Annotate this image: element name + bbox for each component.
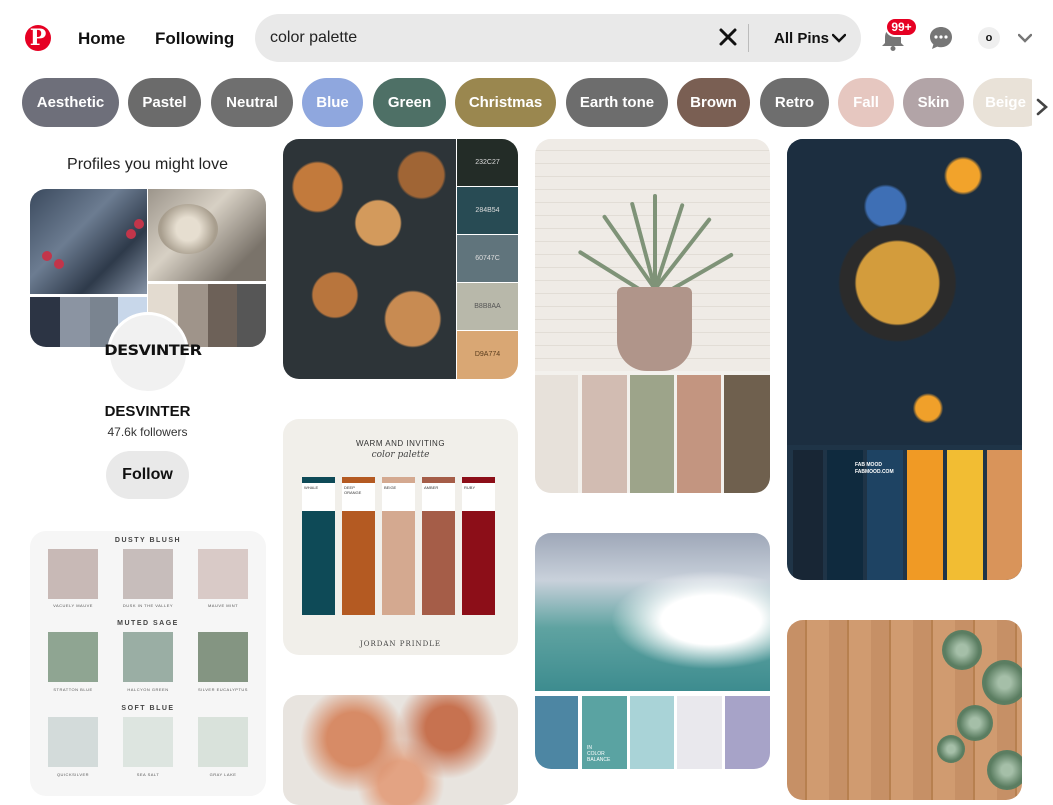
color-swatch xyxy=(793,450,823,580)
chip-aesthetic[interactable]: Aesthetic xyxy=(22,78,119,127)
chip-brown[interactable]: Brown xyxy=(677,78,750,127)
palette-subtitle: color palette xyxy=(371,450,430,460)
chip-blue[interactable]: Blue xyxy=(302,78,363,127)
profile-avatar[interactable]: DESVINTER xyxy=(104,312,202,394)
color-swatch xyxy=(987,450,1022,580)
top-bar: P Home Following color palette All Pins … xyxy=(0,0,1053,76)
palette-heading: DUSTY BLUSH xyxy=(114,537,182,544)
clear-search-icon[interactable] xyxy=(718,27,738,47)
pinterest-logo-icon[interactable]: P xyxy=(25,25,51,51)
palette-column: RUBY xyxy=(462,477,495,615)
follow-button[interactable]: Follow xyxy=(106,451,189,499)
color-swatch xyxy=(724,375,770,493)
nav-home-link[interactable]: Home xyxy=(78,29,125,49)
hex-swatch: B8B8AA xyxy=(457,283,518,330)
chip-beige[interactable]: Beige xyxy=(973,78,1032,127)
color-swatch xyxy=(947,450,983,580)
cover-swatch xyxy=(208,284,237,347)
profile-name[interactable]: DESVINTER xyxy=(30,403,265,420)
hex-swatch: D9A774 xyxy=(457,331,518,379)
cover-swatch xyxy=(30,297,60,347)
profile-follower-count: 47.6k followers xyxy=(107,425,188,439)
chip-green[interactable]: Green xyxy=(373,78,446,127)
cover-swatch xyxy=(60,297,90,347)
chip-fall[interactable]: Fall xyxy=(838,78,894,127)
palette-column: AMBER xyxy=(422,477,455,615)
palette-heading: SOFT BLUE xyxy=(121,705,175,712)
search-input[interactable]: color palette xyxy=(270,29,357,47)
swatch-label: QUICKSILVER xyxy=(56,772,90,777)
hex-swatch: 284B54 xyxy=(457,187,518,234)
pin-filter-dropdown[interactable]: All Pins xyxy=(774,30,829,47)
search-bar[interactable]: color palette All Pins xyxy=(255,14,861,62)
cover-image-yarn xyxy=(148,189,266,281)
swatch-label: STRATTON BLUE xyxy=(53,687,93,692)
palette-column: BEIGE xyxy=(382,477,415,615)
chip-earth-tone[interactable]: Earth tone xyxy=(566,78,668,127)
palette-column: WHALE xyxy=(302,477,335,615)
swatch-label: MAUVE MINT xyxy=(207,603,239,608)
color-swatch xyxy=(582,375,627,493)
pin-watermark: FAB MOOD FABMOOD.COM xyxy=(855,462,894,475)
color-swatch xyxy=(677,696,722,769)
search-suggestion-chips: Aesthetic Pastel Neutral Blue Green Chri… xyxy=(22,78,1032,128)
pin-warm-inviting-palette[interactable]: WARM AND INVITING color palette WHALE DE… xyxy=(283,419,518,655)
profiles-section-title: Profiles you might love xyxy=(67,156,228,173)
swatch-label: VACUELY MAUVE xyxy=(53,603,93,608)
swatch-label: GRAY LAKE xyxy=(209,772,237,777)
nav-following-link[interactable]: Following xyxy=(155,29,234,49)
color-swatch xyxy=(907,450,943,580)
messages-icon[interactable] xyxy=(929,26,953,50)
chip-christmas[interactable]: Christmas xyxy=(455,78,556,127)
hex-swatch: 60747C xyxy=(457,235,518,282)
pin-blueberry-pancake-palette[interactable]: FAB MOOD FABMOOD.COM xyxy=(787,139,1022,580)
account-avatar[interactable]: o xyxy=(978,27,1000,49)
color-swatch xyxy=(535,375,578,493)
chevron-down-icon[interactable] xyxy=(832,33,846,43)
color-swatch xyxy=(535,696,578,769)
swatch-label: SILVER EUCALYPTUS xyxy=(198,687,248,692)
color-swatch xyxy=(630,375,674,493)
account-chevron-down-icon[interactable] xyxy=(1018,33,1032,43)
hex-swatch: 232C27 xyxy=(457,139,518,186)
color-swatch xyxy=(725,696,770,769)
cover-swatch xyxy=(237,284,266,347)
palette-author: JORDAN PRINDLE xyxy=(359,640,442,648)
pin-image xyxy=(535,533,770,691)
pin-image xyxy=(787,139,1022,445)
palette-column: DEEP ORANGE xyxy=(342,477,375,615)
swatch-label: HALCYON GREEN xyxy=(127,687,169,692)
chip-skin[interactable]: Skin xyxy=(903,78,964,127)
pin-image xyxy=(283,139,456,379)
color-swatch xyxy=(630,696,674,769)
swatch-label: SEA SALT xyxy=(136,772,160,777)
cover-image-leaves xyxy=(30,189,147,294)
pin-autumn-leaves[interactable] xyxy=(283,695,518,805)
palette-heading: MUTED SAGE xyxy=(117,620,179,627)
pin-ocean-wave-palette[interactable]: IN COLOR BALANCE xyxy=(535,533,770,769)
palette-title: WARM AND INVITING xyxy=(355,439,446,448)
chevron-right-icon[interactable] xyxy=(1036,98,1048,116)
pin-wood-logs-palette[interactable]: 232C27 284B54 60747C B8B8AA D9A774 xyxy=(283,139,518,379)
chip-pastel[interactable]: Pastel xyxy=(128,78,201,127)
chip-neutral[interactable]: Neutral xyxy=(211,78,293,127)
pin-watermark: IN COLOR BALANCE xyxy=(587,745,611,763)
pin-muted-sage-palette[interactable]: DUSTY BLUSH VACUELY MAUVE DUSK IN THE VA… xyxy=(30,531,266,796)
swatch-label: DUSK IN THE VALLEY xyxy=(122,603,174,608)
pin-succulents-wood[interactable] xyxy=(787,620,1022,800)
chip-retro[interactable]: Retro xyxy=(760,78,829,127)
pin-image xyxy=(535,139,770,371)
pin-plant-palette[interactable] xyxy=(535,139,770,493)
profile-avatar-logo: DESVINTER xyxy=(104,343,202,359)
search-divider xyxy=(748,24,749,52)
notifications-badge: 99+ xyxy=(885,17,918,37)
color-swatch xyxy=(677,375,721,493)
